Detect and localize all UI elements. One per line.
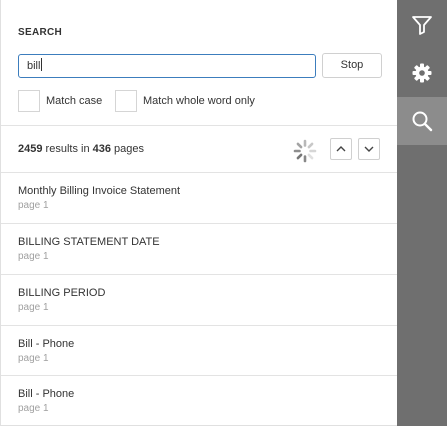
results-summary-mid: results in xyxy=(42,143,93,155)
stop-button[interactable]: Stop xyxy=(322,53,382,78)
search-panel: SEARCH bill Stop Match case Match whole … xyxy=(0,0,398,426)
result-title: BILLING PERIOD xyxy=(18,287,106,299)
chevron-down-icon xyxy=(364,146,374,152)
text-caret xyxy=(41,58,43,71)
result-page: page 1 xyxy=(18,302,49,313)
gear-icon xyxy=(412,63,432,83)
search-input-value: bill xyxy=(27,60,41,72)
result-item[interactable]: Bill - Phone page 1 xyxy=(1,338,398,388)
result-item[interactable]: BILLING PERIOD page 1 xyxy=(1,287,398,337)
panel-title: SEARCH xyxy=(18,27,63,38)
previous-result-button[interactable] xyxy=(330,138,352,160)
result-title: BILLING STATEMENT DATE xyxy=(18,236,160,248)
divider xyxy=(1,125,398,126)
filter-button[interactable] xyxy=(397,1,447,49)
search-button[interactable] xyxy=(397,97,447,145)
chevron-up-icon xyxy=(336,146,346,152)
result-title: Bill - Phone xyxy=(18,388,75,400)
match-whole-word-option[interactable]: Match whole word only xyxy=(115,90,255,112)
loading-spinner-icon xyxy=(293,139,317,163)
divider xyxy=(1,172,398,173)
divider xyxy=(1,375,398,376)
divider xyxy=(1,223,398,224)
result-page: page 1 xyxy=(18,251,49,262)
match-case-label: Match case xyxy=(46,95,103,107)
result-page: page 1 xyxy=(18,200,49,211)
match-whole-word-label: Match whole word only xyxy=(143,95,255,107)
result-page: page 1 xyxy=(18,353,49,364)
divider xyxy=(1,274,398,275)
pages-count: 436 xyxy=(92,143,111,155)
search-icon xyxy=(412,111,433,132)
result-title: Bill - Phone xyxy=(18,338,75,350)
filter-icon xyxy=(412,16,432,35)
settings-button[interactable] xyxy=(397,49,447,97)
match-whole-word-checkbox[interactable] xyxy=(115,90,137,112)
divider xyxy=(1,325,398,326)
next-result-button[interactable] xyxy=(358,138,380,160)
match-case-option[interactable]: Match case xyxy=(18,90,102,112)
results-summary-tail: pages xyxy=(110,143,145,155)
result-item[interactable]: BILLING STATEMENT DATE page 1 xyxy=(1,236,398,286)
results-count: 2459 xyxy=(18,143,43,155)
match-case-checkbox[interactable] xyxy=(18,90,40,112)
result-title: Monthly Billing Invoice Statement xyxy=(18,185,181,197)
sidebar xyxy=(397,0,447,426)
results-summary: 2459 results in 436 pages xyxy=(18,143,144,155)
result-item[interactable]: Bill - Phone page 1 xyxy=(1,388,398,426)
result-item[interactable]: Monthly Billing Invoice Statement page 1 xyxy=(1,185,398,235)
search-input[interactable]: bill xyxy=(18,54,316,78)
result-page: page 1 xyxy=(18,403,49,414)
